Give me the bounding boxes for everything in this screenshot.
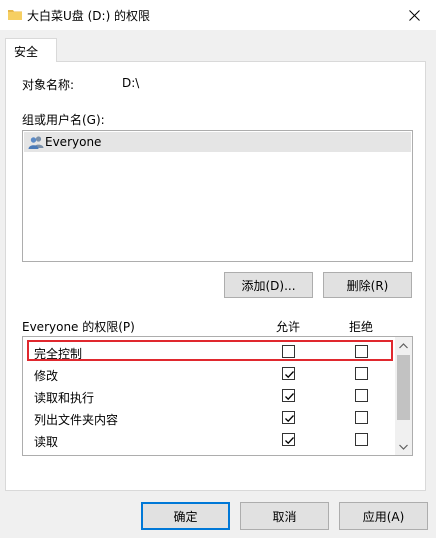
apply-button[interactable]: 应用(A) (339, 502, 428, 530)
scroll-up-button[interactable] (395, 337, 412, 354)
cancel-button[interactable]: 取消 (240, 502, 329, 530)
close-icon (408, 9, 420, 21)
window-title: 大白菜U盘 (D:) 的权限 (27, 9, 151, 23)
deny-header: 拒绝 (349, 320, 374, 334)
permission-label: 列出文件夹内容 (34, 413, 119, 427)
remove-button[interactable]: 删除(R) (323, 272, 412, 298)
deny-checkbox[interactable] (355, 389, 368, 402)
checkmark-icon (285, 437, 294, 445)
vertical-scrollbar[interactable] (395, 337, 412, 455)
add-button[interactable]: 添加(D)... (224, 272, 313, 298)
permission-label: 写入 (34, 455, 58, 456)
users-icon (28, 136, 44, 149)
permission-row-list-folder: 列出文件夹内容 (23, 407, 395, 429)
group-users-list[interactable]: Everyone (22, 130, 413, 262)
checkmark-icon (285, 393, 294, 401)
object-name-label: 对象名称: (22, 78, 75, 92)
permissions-title: Everyone 的权限(P) (22, 320, 135, 334)
tab-security[interactable]: 安全 (5, 38, 57, 62)
highlight-annotation (27, 340, 393, 361)
title-bar: 大白菜U盘 (D:) 的权限 (0, 0, 436, 30)
deny-checkbox[interactable] (355, 411, 368, 424)
allow-checkbox[interactable] (282, 455, 295, 456)
permission-row-read-execute: 读取和执行 (23, 385, 395, 407)
close-button[interactable] (392, 0, 436, 30)
allow-header: 允许 (276, 320, 301, 334)
scroll-thumb[interactable] (397, 355, 410, 420)
allow-checkbox[interactable] (282, 411, 295, 424)
chevron-down-icon (399, 444, 408, 450)
permission-row-write: 写入 (23, 451, 395, 456)
permission-label: 读取和执行 (34, 391, 95, 405)
scroll-down-button[interactable] (395, 438, 412, 455)
deny-checkbox[interactable] (355, 433, 368, 446)
user-name: Everyone (45, 135, 102, 149)
object-name-value: D:\ (122, 76, 140, 90)
permission-label: 读取 (34, 435, 59, 449)
chevron-up-icon (399, 342, 408, 348)
checkmark-icon (285, 371, 294, 379)
allow-checkbox[interactable] (282, 433, 295, 446)
checkmark-icon (285, 415, 294, 423)
tab-security-label: 安全 (14, 45, 39, 59)
permission-label: 修改 (34, 369, 59, 383)
allow-checkbox[interactable] (282, 367, 295, 380)
deny-checkbox[interactable] (355, 367, 368, 380)
folder-icon (8, 10, 22, 20)
deny-checkbox[interactable] (355, 455, 368, 456)
permission-row-read: 读取 (23, 429, 395, 451)
permission-row-modify: 修改 (23, 363, 395, 385)
ok-button[interactable]: 确定 (141, 502, 230, 530)
group-users-label: 组或用户名(G): (22, 113, 105, 127)
list-item-everyone[interactable]: Everyone (24, 132, 411, 152)
allow-checkbox[interactable] (282, 389, 295, 402)
